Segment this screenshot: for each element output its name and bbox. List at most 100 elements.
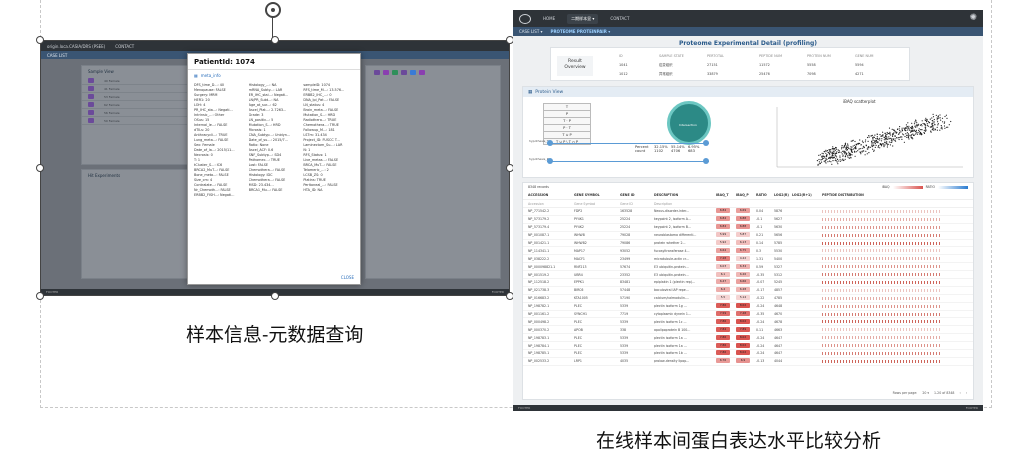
table-cell: 5339 — [620, 304, 629, 309]
log-cell: 5656 — [774, 233, 783, 238]
ratio-cell: 1.31 — [756, 256, 764, 261]
ibaq-cell: 6.64 — [716, 247, 736, 254]
ibaq-cell: 7.86 — [716, 318, 736, 325]
column-header[interactable]: GENE SYMBOL — [574, 193, 620, 197]
table-row[interactable]: NP_000098821.1 RNF213 57674 E3 ubiquitin-pr… — [523, 263, 973, 272]
resize-handle-tl[interactable] — [36, 36, 44, 44]
hit-experiments-title: Hit Experiments — [88, 173, 121, 178]
resize-handle-b[interactable] — [271, 292, 279, 300]
nav-contact[interactable]: CONTACT — [610, 16, 629, 21]
close-button[interactable]: CLOSE — [341, 275, 354, 280]
table-row[interactable]: NP_114341.1 MAP17 93052 fucosyltransferase … — [523, 247, 973, 256]
rotate-handle-icon[interactable] — [265, 2, 281, 18]
left-nav-brand[interactable]: origin.loca.CASIA/DRS (PSEE) — [47, 44, 105, 49]
resize-handle-l[interactable] — [36, 164, 44, 172]
protein-view-header: ▦ Protein View — [523, 87, 973, 97]
slider-p-min-handle[interactable] — [547, 158, 553, 164]
scatter-point — [888, 141, 890, 143]
table-row[interactable]: NP_771542.2 FDP2 163528 Nexus-disorder-inte… — [523, 208, 973, 216]
scatter-point — [939, 117, 941, 119]
scatter-point — [832, 160, 834, 162]
scatter-point — [913, 134, 915, 136]
proteome-pair-menu[interactable]: PROTEOME PROTEINPAIR ▾ — [551, 29, 611, 34]
selected-image-frame[interactable]: origin.loca.CASIA/DRS (PSEE) CONTACT CAS… — [40, 40, 510, 296]
table-row[interactable]: NP_198785.1 PLEC 5339 plectin isoform 1b ..… — [523, 350, 973, 358]
table-row[interactable]: NP_002533.2 LRP1 4035 prolow-density lipop.… — [523, 358, 973, 366]
column-header[interactable]: IBAQ_T — [716, 193, 736, 197]
table-row[interactable]: NP_001421.1 WHW82 79086 protein whether 2..… — [523, 240, 973, 248]
table-row[interactable]: NP_112518.2 EPPK1 83481 epiplakin 1 (plecti… — [523, 279, 973, 287]
column-header[interactable]: RATIO — [756, 193, 774, 197]
ibaq-chip: 7.84 — [716, 326, 730, 332]
resize-handle-t[interactable] — [271, 36, 279, 44]
slider-p-max-handle[interactable] — [703, 158, 709, 164]
meta-field: N: 1 — [303, 148, 311, 152]
set-tab[interactable]: P — [543, 110, 591, 117]
column-header[interactable]: GENE ID — [620, 193, 654, 197]
table-row[interactable]: NP_016683.2 KTA1005 57190 calcium/calmoduli… — [523, 295, 973, 303]
ibaq-chip: 6.66 — [736, 279, 750, 285]
scatter-point — [873, 149, 875, 151]
meta-info-tab[interactable]: ▦ meta_info — [188, 70, 360, 81]
column-header[interactable]: PEPTIDE DISTRIBUTION — [822, 193, 942, 197]
table-row[interactable]: NP_198784.1 PLEC 5339 plectin isoform 1a ..… — [523, 342, 973, 351]
peptide-distribution — [822, 320, 942, 324]
table-row[interactable]: NP_000370.2 APOB 338 apolipoprotein B 100..… — [523, 326, 973, 335]
log-cell: 5312 — [774, 272, 783, 277]
column-header[interactable]: LOG2(R) — [774, 193, 792, 197]
table-row[interactable]: NP_021738.3 BIRC6 57448 baculoviral IAP rep… — [523, 287, 973, 295]
scatter-point — [847, 146, 849, 148]
scatter-point — [852, 140, 854, 142]
table-row[interactable]: NP_001161.2 SYNCH1 7719 cytoplasmic dynein … — [523, 311, 973, 319]
case-list-menu[interactable]: CASE LIST ▾ — [519, 29, 543, 34]
table-row[interactable]: NP_038222.2 MACF1 23499 microtubule-actin c… — [523, 255, 973, 264]
column-header[interactable]: DESCRIPTION — [654, 193, 716, 197]
scatter-point — [876, 136, 878, 138]
resize-handle-bl[interactable] — [36, 292, 44, 300]
table-header: ACCESSION GENE SYMBOL GENE ID DESCRIPTION IB… — [523, 191, 973, 200]
meta-field: ERBB2_IHC_...: 0 — [303, 93, 332, 97]
column-header[interactable]: IBAQ_P — [736, 193, 756, 197]
table-cell: NP_000370.2 — [528, 327, 550, 332]
nav-samples[interactable]: 二期样本显 ▾ — [567, 13, 599, 24]
scatter-point — [879, 143, 881, 146]
meta-field: LSTm: 31.434 — [303, 133, 327, 137]
log-cell: 4044 — [774, 359, 783, 364]
table-row[interactable]: NP_001519.2 UBR4 23352 E3 ubiquitin-protein… — [523, 271, 973, 280]
ibaq-scatterplot[interactable]: iBAQ scatterplot — [763, 99, 969, 175]
meta-field: Intrinsic_...: Other — [194, 113, 225, 117]
filter-input[interactable]: Gene ID — [620, 202, 654, 206]
table-row[interactable]: NP_198782.1 PLEC 5339 plectin isoform 1g ..… — [523, 303, 973, 311]
filter-input[interactable]: Description — [654, 202, 716, 206]
table-row[interactable]: NP_573179.2 PY4K1 25224 keypoint 2, isoform… — [523, 216, 973, 224]
next-page-icon[interactable]: › — [966, 391, 967, 395]
left-case-list[interactable]: CASE LIST — [47, 53, 67, 58]
slider-t[interactable]: hypothesis_T — [529, 139, 709, 149]
scatter-point — [835, 147, 837, 149]
bug-icon[interactable]: ✺ — [969, 13, 977, 23]
column-header[interactable]: ACCESSION — [528, 193, 574, 197]
filter-input[interactable]: Accession — [528, 202, 574, 206]
set-tab[interactable]: P · T — [543, 124, 591, 131]
table-row[interactable]: NP_001087.1 WHW8 79028 neuroblastoma differ… — [523, 232, 973, 240]
scatter-point — [825, 154, 828, 156]
nav-home[interactable]: HOME — [543, 16, 555, 21]
table-row[interactable]: NP_198783.1 PLEC 5339 plectin isoform 1a ..… — [523, 334, 973, 343]
slider-t-max-handle[interactable] — [703, 140, 709, 146]
scatter-point — [920, 123, 922, 126]
left-nav-contact[interactable]: CONTACT — [115, 44, 134, 49]
column-header[interactable]: LOG2(R+1) — [792, 193, 822, 197]
slider-p[interactable]: hypothesis_P — [529, 157, 709, 167]
prev-page-icon[interactable]: ‹ — [959, 391, 960, 395]
set-tab[interactable]: T ∪ P — [543, 131, 591, 138]
meta-field: ER_IHC_stai...: Negati... — [248, 93, 289, 97]
table-row[interactable]: NP_573179.4 PY4K2 25224 keypoint 2, isoform… — [523, 224, 973, 232]
set-tab[interactable]: T — [543, 103, 591, 110]
rows-per-page-select[interactable]: 20 ▾ — [922, 391, 929, 395]
patient-modal: PatientId: 1074 ▦ meta_info DFS_time_D..… — [187, 53, 361, 285]
table-row[interactable]: NP_000498.2 PLEC 5339 plectin isoform 1c ..… — [523, 318, 973, 327]
slider-t-min-handle[interactable] — [547, 140, 553, 146]
filter-input[interactable]: Gene Symbol — [574, 202, 620, 206]
scatter-point — [871, 144, 873, 146]
set-tab[interactable]: T · P — [543, 117, 591, 124]
